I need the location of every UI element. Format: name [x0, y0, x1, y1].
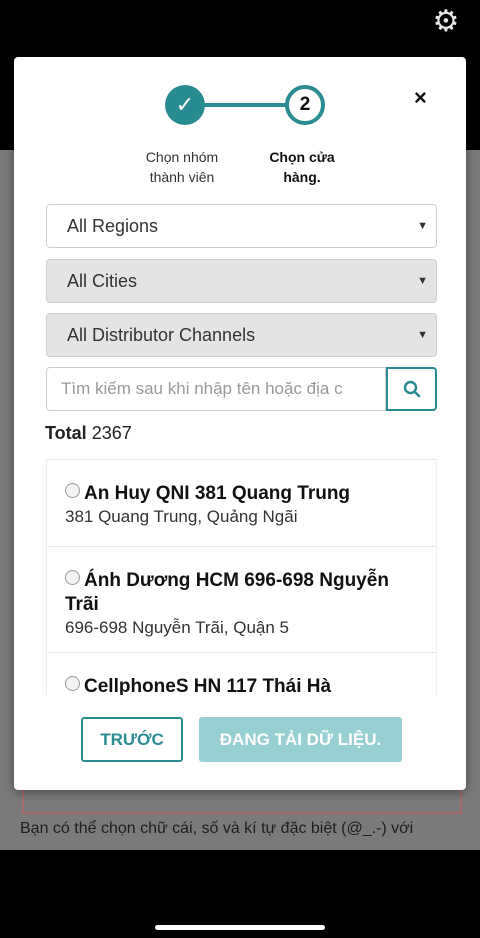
step-2-label: Chọn cửa hàng. — [252, 147, 352, 187]
gear-icon[interactable]: ⚙ — [430, 6, 462, 38]
caret-down-icon: ▼ — [417, 220, 428, 232]
total-value: 2367 — [91, 423, 132, 443]
previous-button[interactable]: TRƯỚC — [81, 717, 183, 762]
store-name: CellphoneS HN 117 Thái Hà — [84, 676, 332, 695]
step-2-indicator: 2 — [285, 85, 325, 125]
step-1-label[interactable]: Chọn nhóm thành viên — [132, 147, 232, 187]
total-count: Total 2367 — [45, 421, 132, 445]
radio-button[interactable] — [65, 570, 80, 585]
step-2-label-line2: hàng. — [283, 169, 321, 185]
channels-select-value: All Distributor Channels — [67, 325, 256, 345]
regions-select-value: All Regions — [67, 216, 159, 236]
close-icon[interactable]: × — [414, 85, 427, 111]
caret-down-icon: ▼ — [417, 329, 428, 341]
radio-button[interactable] — [65, 676, 80, 691]
store-list-item[interactable]: CellphoneS HN 117 Thái Hà — [46, 653, 437, 695]
store-name: Ánh Dương HCM 696-698 Nguyễn — [84, 570, 389, 591]
store-name: An Huy QNI 381 Quang Trung — [84, 483, 351, 504]
step-1-label-line2: thành viên — [149, 169, 215, 185]
store-address: 381 Quang Trung, Quảng Ngãi — [65, 507, 298, 526]
distributor-channels-select[interactable]: All Distributor Channels ▼ — [46, 313, 437, 357]
store-search-input[interactable]: Tìm kiếm sau khi nhập tên hoặc địa c — [46, 367, 386, 411]
loading-data-button[interactable]: ĐANG TẢI DỮ LIỆU. — [199, 717, 402, 762]
cities-select[interactable]: All Cities ▼ — [46, 259, 437, 303]
select-store-modal: × ✓ 2 Chọn nhóm thành viên Chọn cửa hàng… — [14, 57, 466, 790]
step-connector — [203, 103, 289, 107]
stepper: ✓ 2 — [165, 85, 345, 125]
store-address: 696-698 Nguyễn Trãi, Quận 5 — [65, 618, 289, 637]
store-list-item[interactable]: An Huy QNI 381 Quang Trung 381 Quang Tru… — [46, 460, 437, 547]
search-placeholder: Tìm kiếm sau khi nhập tên hoặc địa c — [61, 379, 343, 398]
radio-button[interactable] — [65, 483, 80, 498]
step-1-check-icon[interactable]: ✓ — [165, 85, 205, 125]
home-indicator[interactable] — [155, 925, 325, 930]
search-button[interactable] — [386, 367, 437, 411]
cities-select-value: All Cities — [67, 271, 138, 291]
store-list-item[interactable]: Ánh Dương HCM 696-698 Nguyễn Trãi 696-69… — [46, 547, 437, 653]
regions-select[interactable]: All Regions ▼ — [46, 204, 437, 248]
phone-screen: ⚙ Bạn có thể chọn chữ cái, số và kí tự đ… — [0, 0, 480, 938]
search-icon — [403, 380, 421, 398]
total-label: Total — [45, 423, 87, 443]
background-hint-text: Bạn có thể chọn chữ cái, số và kí tự đặc… — [20, 820, 414, 837]
step-1-label-line1: Chọn nhóm — [145, 149, 219, 165]
store-list[interactable]: An Huy QNI 381 Quang Trung 381 Quang Tru… — [46, 459, 437, 695]
store-name-continued: Trãi — [65, 594, 99, 615]
caret-down-icon: ▼ — [417, 275, 428, 287]
step-2-label-line1: Chọn cửa — [269, 149, 335, 165]
